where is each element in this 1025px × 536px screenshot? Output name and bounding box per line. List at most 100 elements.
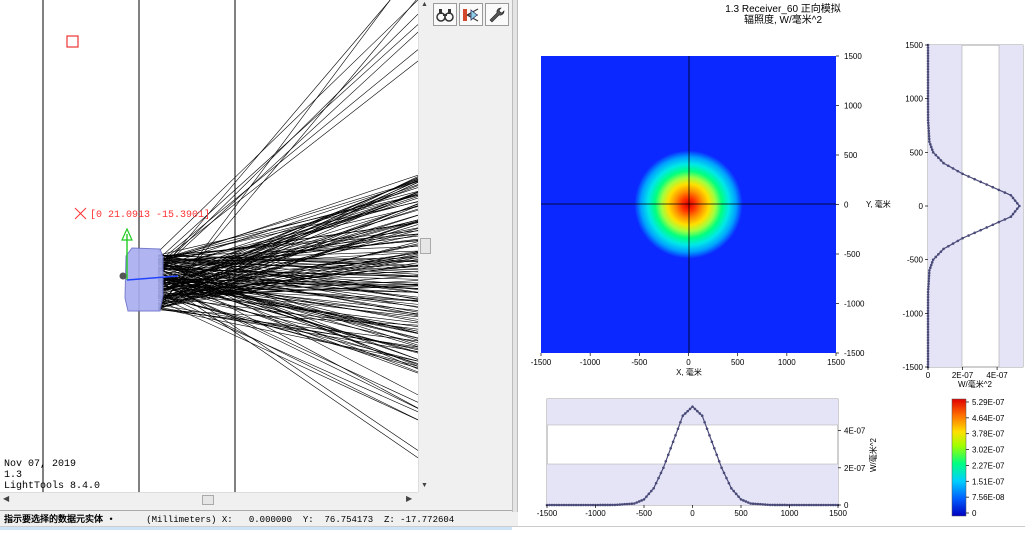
profile-point [659, 471, 663, 475]
profile-point [834, 503, 837, 507]
horizontal-profile-chart [545, 398, 840, 507]
profile-point [669, 446, 672, 450]
profile-point [766, 503, 769, 507]
colorbar-tick: 2.27E-07 [972, 461, 1005, 470]
settings-button[interactable] [485, 3, 509, 26]
profile-point [618, 503, 622, 506]
profile-y-tick: -1000 [903, 309, 924, 318]
status-x-value: 0.000000 [248, 515, 293, 525]
profile-point [1018, 204, 1021, 208]
selection-marker-icon[interactable] [66, 35, 79, 48]
3d-viewport[interactable]: [0 21.0913 -15.3901] Nov 07, 2019 1.3 Li… [0, 0, 418, 492]
profile-point [657, 476, 660, 480]
profile-point [710, 440, 714, 444]
profile-point [591, 503, 595, 507]
profile-point [979, 228, 982, 232]
profile-point [927, 126, 930, 130]
profile-point [939, 250, 943, 253]
profile-point [785, 503, 789, 507]
profile-point [927, 282, 930, 286]
scroll-left-icon[interactable]: ◀ [3, 494, 9, 503]
profile-point [942, 247, 945, 251]
vertical-scrollbar[interactable]: ▲ ▼ [418, 0, 431, 492]
profile-point [926, 51, 930, 55]
profile-point [633, 502, 636, 505]
profile-point [926, 102, 930, 106]
profile-point [926, 89, 930, 92]
ray-preview-button[interactable] [459, 3, 483, 26]
profile-point [1015, 207, 1019, 210]
profile-point [926, 83, 930, 87]
profile-point [926, 100, 930, 103]
profile-point [926, 336, 930, 339]
profile-point [1003, 218, 1007, 221]
profile-point [800, 503, 803, 507]
profile-point [926, 62, 930, 66]
scroll-thumb[interactable] [202, 495, 214, 505]
scroll-down-icon[interactable]: ▼ [421, 482, 428, 489]
profile-point [616, 503, 619, 507]
profile-point [1015, 202, 1019, 205]
profile-point [783, 503, 786, 507]
profile-point [1011, 196, 1015, 200]
binoculars-icon [436, 8, 454, 22]
ray-line [157, 296, 418, 330]
profile-point [926, 78, 930, 82]
profile-x-tick: 1500 [829, 509, 847, 518]
heatmap-x-tick: -1500 [531, 358, 552, 367]
profile-point [961, 172, 964, 176]
profile-point [829, 503, 833, 507]
profile-y-tick: -500 [907, 256, 924, 265]
heatmap-x-tick: 0 [686, 358, 691, 367]
version-label: 1.3 [4, 470, 23, 481]
heatmap-y-tick: -500 [844, 250, 861, 259]
profile-point [603, 503, 607, 507]
profile-point [926, 322, 930, 326]
profile-point [926, 65, 930, 68]
chart-title-line1: 1.3 Receiver_60 正向模拟 [725, 4, 841, 15]
colorbar-tick: 0 [972, 509, 977, 518]
profile-point [926, 110, 930, 114]
profile-point [584, 503, 588, 507]
chart-title-line2: 辐照度, W/毫米^2 [743, 15, 823, 26]
irradiance-charts: -1500 -1000 -500 0 500 1000 1500 -1500 -1000 -50… [531, 41, 1024, 518]
profile-point [754, 502, 757, 506]
status-y-value: 76.754173 [324, 515, 374, 525]
profile-point [739, 498, 743, 501]
profile-point [926, 57, 930, 60]
profile-x-tick: 500 [734, 509, 748, 518]
ray-preview-icon [463, 8, 479, 21]
scroll-thumb[interactable] [420, 238, 431, 254]
profile-point [973, 177, 976, 181]
profile-point [926, 317, 930, 321]
profile-band [928, 45, 962, 367]
horizontal-scrollbar[interactable]: ◀ ▶ [0, 492, 418, 506]
profile-point [927, 277, 931, 280]
app-label: LightTools 8.4.0 [4, 481, 101, 492]
status-bar: 指示要选择的数据元实体 • (Millimeters) X: 0.000000 … [0, 510, 512, 527]
profile-point [997, 220, 1001, 224]
profile-point [929, 142, 932, 146]
irradiance-chart-panel: 1.3 Receiver_60 正向模拟 辐照度, W/毫米^2 -1500 -… [518, 0, 1025, 526]
profile-point [926, 121, 930, 125]
scroll-up-icon[interactable]: ▲ [421, 1, 428, 8]
profile-point [586, 503, 590, 507]
profile-point [737, 495, 740, 498]
scroll-right-icon[interactable]: ▶ [406, 494, 412, 503]
profile-point [625, 502, 629, 506]
profile-point [756, 502, 760, 506]
profile-point [778, 503, 782, 507]
source-icon [119, 272, 127, 280]
profile-point [926, 295, 930, 299]
colorbar-tick: 7.56E-08 [972, 493, 1005, 502]
binoculars-button[interactable] [433, 3, 457, 26]
profile-point [732, 489, 736, 493]
profile-point [652, 486, 655, 490]
profile-point [937, 156, 940, 159]
profile-point [926, 341, 930, 345]
profile-point [763, 503, 767, 506]
profile-point [717, 459, 721, 463]
profile-point [926, 49, 930, 52]
view-toolbar [433, 3, 509, 27]
status-x-label: X: [221, 515, 233, 525]
